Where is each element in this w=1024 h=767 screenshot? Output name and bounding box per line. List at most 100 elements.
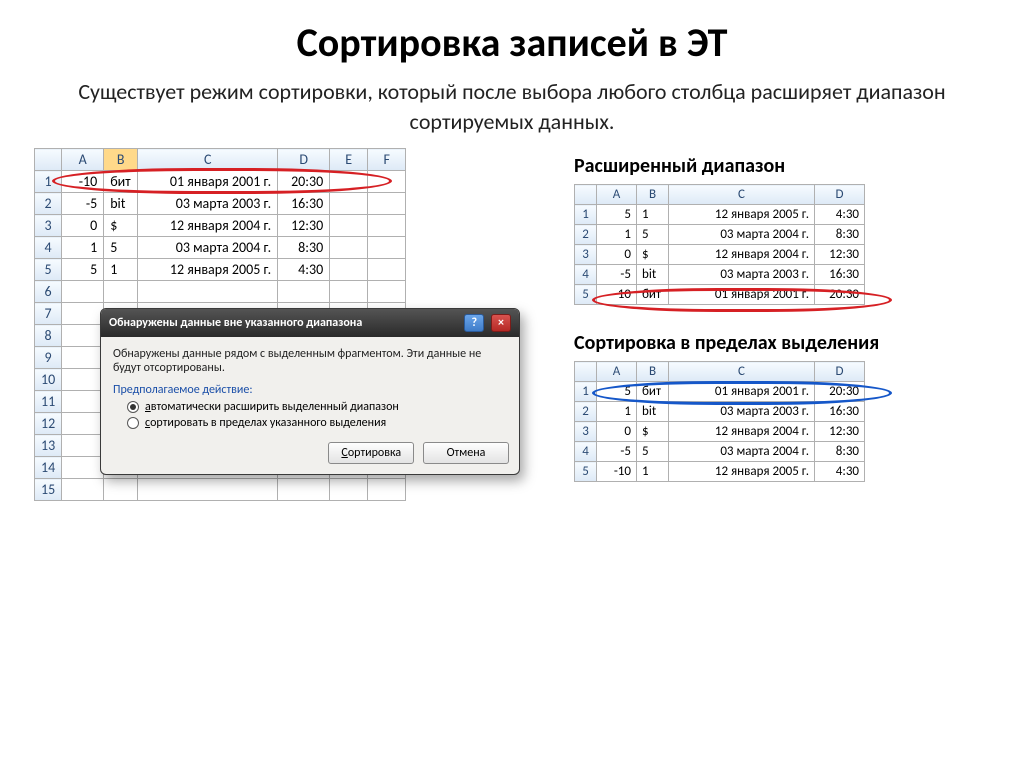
cell[interactable] xyxy=(62,479,104,501)
cell[interactable]: bit xyxy=(637,265,669,285)
cell[interactable] xyxy=(104,479,138,501)
col-F[interactable]: F xyxy=(368,149,406,171)
cell[interactable]: -5 xyxy=(597,442,637,462)
cell[interactable]: bit xyxy=(637,402,669,422)
cell[interactable] xyxy=(138,479,278,501)
cell[interactable]: 03 марта 2003 г. xyxy=(138,193,278,215)
row-header[interactable]: 4 xyxy=(35,237,62,259)
cell[interactable]: 1 xyxy=(104,259,138,281)
col-C[interactable]: C xyxy=(669,185,815,205)
cell[interactable]: 12 января 2005 г. xyxy=(138,259,278,281)
cell[interactable]: $ xyxy=(637,422,669,442)
row-header[interactable]: 4 xyxy=(575,265,597,285)
cell[interactable] xyxy=(62,347,104,369)
cell[interactable]: 12:30 xyxy=(815,422,865,442)
cell[interactable]: 20:30 xyxy=(815,382,865,402)
cell[interactable]: 5 xyxy=(597,205,637,225)
cell[interactable] xyxy=(62,435,104,457)
cell[interactable]: 5 xyxy=(62,259,104,281)
radio-extend[interactable]: автоматически расширить выделенный диапа… xyxy=(127,400,507,414)
row-header[interactable]: 3 xyxy=(575,245,597,265)
cancel-button[interactable]: Отмена xyxy=(423,442,509,464)
cell[interactable] xyxy=(330,237,368,259)
cell[interactable]: 16:30 xyxy=(278,193,330,215)
cell[interactable]: -5 xyxy=(62,193,104,215)
cell[interactable] xyxy=(278,479,330,501)
cell[interactable]: 8:30 xyxy=(815,225,865,245)
cell[interactable]: 03 марта 2003 г. xyxy=(669,402,815,422)
cell[interactable]: бит xyxy=(637,382,669,402)
row-header[interactable]: 15 xyxy=(35,479,62,501)
cell[interactable] xyxy=(62,391,104,413)
row-header[interactable]: 11 xyxy=(35,391,62,413)
cell[interactable] xyxy=(330,215,368,237)
col-A[interactable]: A xyxy=(597,185,637,205)
cell[interactable]: 1 xyxy=(637,205,669,225)
row-header[interactable]: 2 xyxy=(35,193,62,215)
cell[interactable]: 1 xyxy=(597,225,637,245)
cell[interactable]: $ xyxy=(104,215,138,237)
close-icon[interactable]: × xyxy=(491,314,511,332)
cell[interactable]: 01 января 2001 г. xyxy=(669,285,815,305)
cell[interactable]: 12:30 xyxy=(278,215,330,237)
cell[interactable]: $ xyxy=(637,245,669,265)
row-header[interactable]: 5 xyxy=(575,462,597,482)
cell[interactable] xyxy=(368,171,406,193)
cell[interactable] xyxy=(368,237,406,259)
cell[interactable]: 0 xyxy=(597,245,637,265)
cell[interactable]: 03 марта 2004 г. xyxy=(669,442,815,462)
row-header[interactable]: 2 xyxy=(575,225,597,245)
cell[interactable] xyxy=(104,281,138,303)
col-E[interactable]: E xyxy=(330,149,368,171)
cell[interactable]: 1 xyxy=(62,237,104,259)
cell[interactable]: 5 xyxy=(597,382,637,402)
cell[interactable] xyxy=(62,413,104,435)
cell[interactable]: 12 января 2004 г. xyxy=(669,422,815,442)
row-header[interactable]: 4 xyxy=(575,442,597,462)
row-header[interactable]: 1 xyxy=(575,382,597,402)
cell[interactable]: 01 января 2001 г. xyxy=(138,171,278,193)
row-header[interactable]: 13 xyxy=(35,435,62,457)
cell[interactable]: 4:30 xyxy=(278,259,330,281)
cell[interactable]: -5 xyxy=(597,265,637,285)
cell[interactable] xyxy=(368,281,406,303)
cell[interactable] xyxy=(62,369,104,391)
cell[interactable]: 4:30 xyxy=(815,462,865,482)
cell[interactable]: бит xyxy=(637,285,669,305)
radio-within[interactable]: сортировать в пределах указанного выделе… xyxy=(127,416,507,430)
cell[interactable]: -10 xyxy=(597,462,637,482)
row-header[interactable]: 9 xyxy=(35,347,62,369)
cell[interactable] xyxy=(138,281,278,303)
col-C[interactable]: C xyxy=(138,149,278,171)
cell[interactable] xyxy=(330,259,368,281)
cell[interactable]: 0 xyxy=(62,215,104,237)
cell[interactable] xyxy=(62,457,104,479)
row-header[interactable]: 14 xyxy=(35,457,62,479)
row-header[interactable]: 1 xyxy=(575,205,597,225)
sort-button[interactable]: Сортировка xyxy=(328,442,414,464)
col-B[interactable]: B xyxy=(637,185,669,205)
row-header[interactable]: 12 xyxy=(35,413,62,435)
cell[interactable] xyxy=(368,479,406,501)
cell[interactable] xyxy=(368,215,406,237)
cell[interactable] xyxy=(368,259,406,281)
col-A[interactable]: A xyxy=(597,362,637,382)
cell[interactable]: 12 января 2004 г. xyxy=(138,215,278,237)
row-header[interactable]: 1 xyxy=(35,171,62,193)
cell[interactable]: 12 января 2005 г. xyxy=(669,205,815,225)
help-icon[interactable]: ? xyxy=(464,314,484,332)
row-header[interactable]: 3 xyxy=(35,215,62,237)
cell[interactable] xyxy=(62,325,104,347)
col-D[interactable]: D xyxy=(815,185,865,205)
cell[interactable]: 20:30 xyxy=(815,285,865,305)
cell[interactable]: 5 xyxy=(637,442,669,462)
row-header[interactable]: 7 xyxy=(35,303,62,325)
row-header[interactable]: 5 xyxy=(575,285,597,305)
row-header[interactable]: 8 xyxy=(35,325,62,347)
row-header[interactable]: 3 xyxy=(575,422,597,442)
cell[interactable]: 8:30 xyxy=(815,442,865,462)
cell[interactable]: 16:30 xyxy=(815,265,865,285)
cell[interactable]: 4:30 xyxy=(815,205,865,225)
cell[interactable]: 01 января 2001 г. xyxy=(669,382,815,402)
row-header[interactable]: 6 xyxy=(35,281,62,303)
